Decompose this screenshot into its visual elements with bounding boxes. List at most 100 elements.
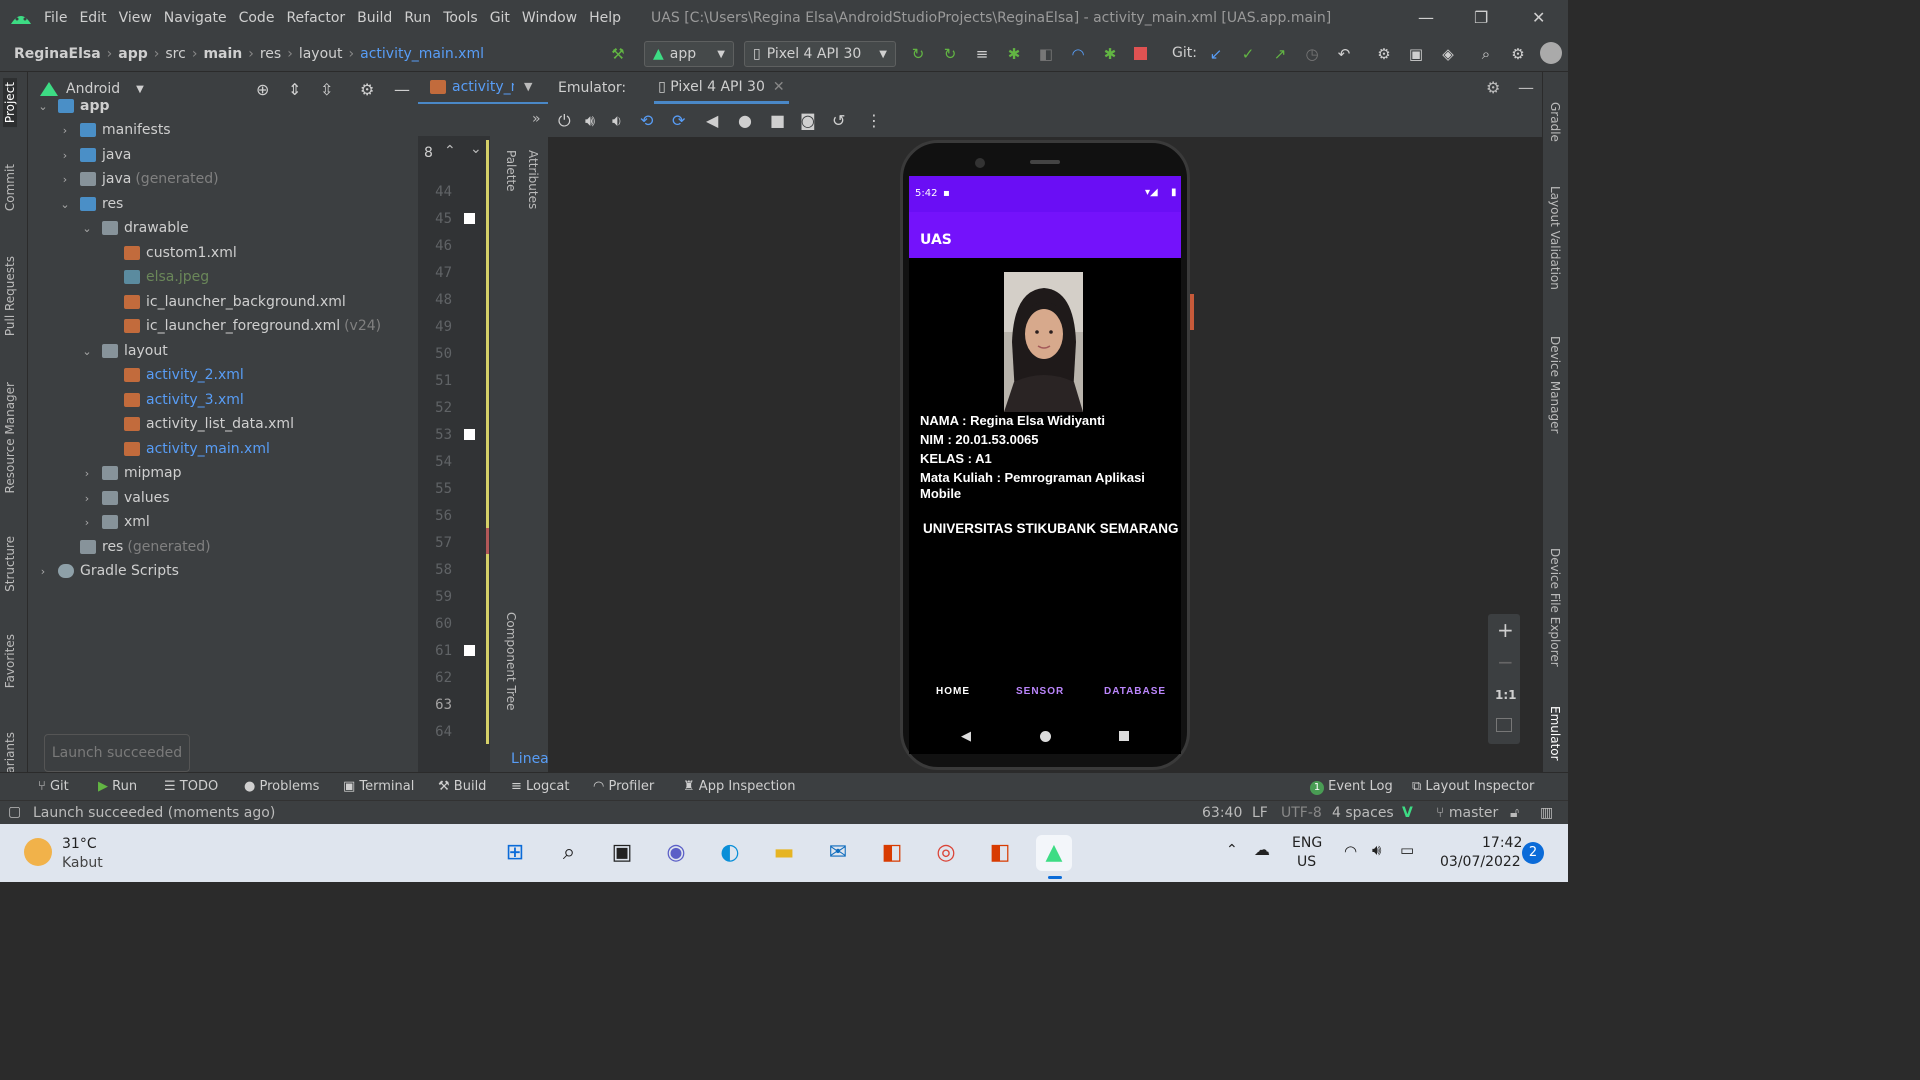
close-tab-icon[interactable]: ✕: [773, 79, 785, 95]
weather-temp[interactable]: 31°C: [62, 836, 97, 852]
menu-code[interactable]: Code: [239, 10, 275, 26]
rotate-right-icon[interactable]: ⟳: [672, 111, 685, 130]
tw-logcat[interactable]: ≡ Logcat: [511, 779, 569, 794]
tw-event-log[interactable]: 1 Event Log: [1310, 779, 1393, 795]
chevron-down-icon[interactable]: ⌄: [80, 222, 94, 235]
zoom-out-icon[interactable]: −: [1497, 650, 1514, 674]
chevron-right-icon[interactable]: ›: [80, 516, 94, 529]
more-chevron-icon[interactable]: »: [532, 111, 541, 127]
office-app-icon[interactable]: ◧: [982, 835, 1018, 871]
search-icon[interactable]: ⌕: [551, 835, 587, 871]
logcat-lines-icon[interactable]: ≡: [972, 44, 992, 64]
tree-item[interactable]: › java (generated): [58, 167, 219, 191]
debug-attach-icon[interactable]: ✱: [1100, 44, 1120, 64]
language-code[interactable]: ENG: [1292, 835, 1322, 851]
chevron-down-icon[interactable]: ▼: [524, 80, 532, 93]
chevron-down-icon[interactable]: ⌄: [80, 345, 94, 358]
android-home-icon[interactable]: [1040, 731, 1051, 742]
build-hammer-icon[interactable]: ⚒: [608, 44, 628, 64]
tw-run[interactable]: ▶ Run: [98, 779, 137, 794]
apply-changes-icon[interactable]: ↻: [908, 44, 928, 64]
tree-item[interactable]: activity_3.xml: [102, 388, 244, 412]
lock-icon[interactable]: 🔓︎: [1510, 805, 1519, 821]
tw-problems[interactable]: ● Problems: [244, 779, 319, 794]
nav-sensor-button[interactable]: SENSOR: [1016, 686, 1064, 697]
home-icon[interactable]: ●: [738, 111, 752, 130]
git-push-icon[interactable]: ↗: [1270, 44, 1290, 64]
menu-view[interactable]: View: [119, 10, 152, 26]
file-explorer-icon[interactable]: ▬: [766, 835, 802, 871]
git-branch[interactable]: ⑂ master: [1436, 805, 1498, 821]
breadcrumb-item[interactable]: layout: [299, 46, 343, 62]
zoom-actual-size[interactable]: 1:1: [1495, 688, 1517, 702]
nav-database-button[interactable]: DATABASE: [1104, 686, 1166, 697]
tw-app-inspection[interactable]: ♜ App Inspection: [683, 779, 795, 794]
tab-structure[interactable]: Structure: [3, 536, 17, 592]
device-select[interactable]: ▯ Pixel 4 API 30 ▼: [744, 41, 896, 67]
panel-gear-icon[interactable]: ⚙: [360, 80, 374, 99]
history-icon[interactable]: ◷: [1302, 44, 1322, 64]
search-icon[interactable]: ⌕: [1476, 44, 1496, 64]
expand-all-icon[interactable]: ⇕: [288, 80, 301, 99]
tab-device-file-explorer[interactable]: Device File Explorer: [1548, 548, 1562, 667]
office-icon[interactable]: ◧: [874, 835, 910, 871]
back-icon[interactable]: ◀: [706, 111, 718, 130]
chevron-down-icon[interactable]: ⌄: [470, 141, 482, 157]
hide-emulator-icon[interactable]: —: [1518, 78, 1534, 97]
hide-panel-icon[interactable]: —: [394, 80, 410, 99]
wifi-icon[interactable]: ◠: [1344, 842, 1357, 860]
tree-item[interactable]: › values: [80, 486, 170, 510]
tree-item[interactable]: ⌄ res: [58, 192, 123, 216]
menu-window[interactable]: Window: [522, 10, 577, 26]
tab-gradle[interactable]: Gradle: [1548, 102, 1562, 142]
task-view-icon[interactable]: ▣: [604, 835, 640, 871]
tab-palette[interactable]: Palette: [504, 150, 518, 192]
editor-tab[interactable]: activity_m ▼: [418, 72, 548, 104]
locate-icon[interactable]: ⊕: [256, 80, 269, 99]
menu-git[interactable]: Git: [490, 10, 510, 26]
tw-todo[interactable]: ☰ TODO: [164, 779, 218, 794]
tab-emulator[interactable]: Emulator: [1548, 706, 1562, 761]
chevron-right-icon[interactable]: ›: [80, 492, 94, 505]
git-commit-icon[interactable]: ✓: [1238, 44, 1258, 64]
apply-code-changes-icon[interactable]: ↻: [940, 44, 960, 64]
android-overview-icon[interactable]: [1119, 731, 1129, 741]
chevron-down-icon[interactable]: ▼: [136, 84, 144, 95]
breadcrumb-item[interactable]: activity_main.xml: [360, 46, 484, 62]
tab-component-tree[interactable]: Component Tree: [504, 612, 518, 710]
breadcrumb-item[interactable]: main: [203, 46, 242, 62]
caret-position[interactable]: 63:40: [1202, 805, 1242, 821]
menu-navigate[interactable]: Navigate: [164, 10, 227, 26]
overview-icon[interactable]: ■: [770, 111, 785, 130]
menu-refactor[interactable]: Refactor: [286, 10, 345, 26]
tree-item[interactable]: activity_main.xml: [102, 437, 270, 461]
phone-side-button[interactable]: [1190, 294, 1194, 330]
indent-setting[interactable]: 4 spaces: [1332, 805, 1394, 821]
tab-commit[interactable]: Commit: [3, 164, 17, 211]
chevron-right-icon[interactable]: ›: [36, 565, 50, 578]
more-options-icon[interactable]: ⋮: [866, 111, 882, 130]
tree-item[interactable]: custom1.xml: [102, 241, 237, 265]
notification-badge[interactable]: 2: [1522, 842, 1544, 864]
minimize-icon[interactable]: —: [1418, 8, 1434, 27]
chevron-up-icon[interactable]: ⌃: [444, 143, 456, 159]
volume-down-icon[interactable]: 🔉︎: [612, 111, 622, 131]
tw-layout-inspector[interactable]: ⧉ Layout Inspector: [1412, 779, 1534, 794]
zoom-fit-icon[interactable]: [1496, 718, 1512, 732]
file-encoding[interactable]: UTF-8: [1281, 805, 1322, 821]
git-update-icon[interactable]: ↙: [1206, 44, 1226, 64]
tw-profiler[interactable]: ◠ Profiler: [593, 779, 654, 794]
tree-item[interactable]: activity_2.xml: [102, 363, 244, 387]
attach-debugger-icon[interactable]: ◧: [1036, 44, 1056, 64]
tree-item[interactable]: ⌄ drawable: [80, 216, 188, 240]
tree-item[interactable]: activity_list_data.xml: [102, 412, 294, 436]
chevron-right-icon[interactable]: ›: [58, 149, 72, 162]
collapse-all-icon[interactable]: ⇳: [320, 80, 333, 99]
zoom-in-icon[interactable]: +: [1497, 618, 1514, 642]
close-icon[interactable]: ✕: [1532, 8, 1545, 27]
rollback-icon[interactable]: ↶: [1334, 44, 1354, 64]
tree-item[interactable]: › mipmap: [80, 461, 182, 485]
emulator-settings-icon[interactable]: ⚙: [1486, 78, 1500, 97]
mail-icon[interactable]: ✉: [820, 835, 856, 871]
menu-run[interactable]: Run: [404, 10, 431, 26]
